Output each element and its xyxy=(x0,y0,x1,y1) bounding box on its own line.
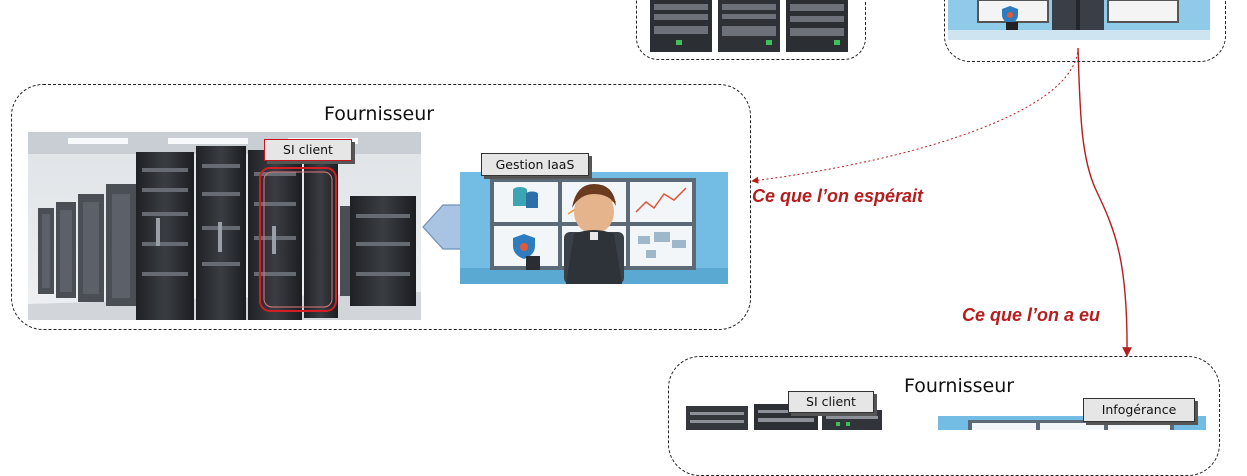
top-operator-station xyxy=(948,0,1210,40)
provider-title-left: Fournisseur xyxy=(324,103,435,125)
iaas-operator-illustration xyxy=(460,172,728,284)
hoped-arrow xyxy=(751,47,1079,184)
si-client-tag-bottom: SI client xyxy=(788,391,874,413)
provider-title-bottom: Fournisseur xyxy=(904,375,1015,397)
top-server-racks xyxy=(650,0,848,52)
infogerance-tag: Infogérance xyxy=(1083,398,1195,422)
hoped-label: Ce que l’on espérait xyxy=(752,186,924,206)
si-client-tag: SI client xyxy=(264,139,352,161)
gestion-iaas-tag: Gestion IaaS xyxy=(481,153,589,176)
datacenter-photo xyxy=(28,132,421,320)
got-label: Ce que l’on a eu xyxy=(962,305,1101,325)
